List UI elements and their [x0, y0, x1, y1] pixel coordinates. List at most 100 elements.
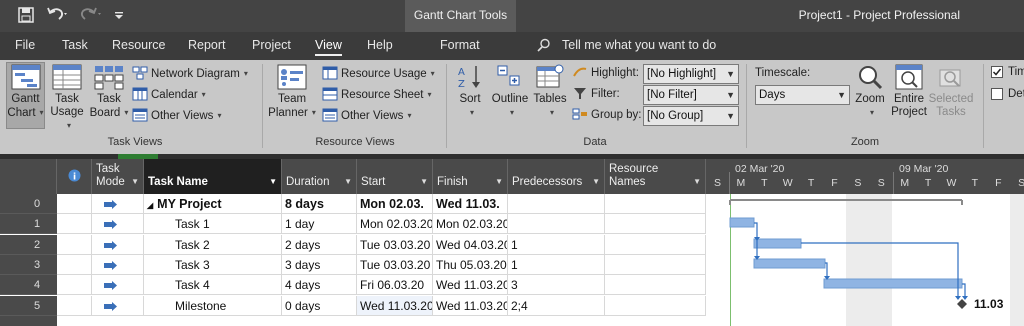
row-number[interactable]: 1 [0, 214, 57, 235]
indicator-cell[interactable] [57, 234, 92, 255]
tables-button[interactable]: Tables ▾ [532, 62, 568, 130]
undo-icon[interactable] [46, 5, 70, 26]
column-header-finish[interactable]: Finish ▼ [433, 159, 508, 194]
column-header-task-mode[interactable]: Task Mode ▼ [92, 159, 144, 194]
indicator-cell[interactable] [57, 214, 92, 235]
timeline-checkbox[interactable] [991, 66, 1003, 78]
task-mode-cell[interactable] [92, 254, 144, 275]
predecessors-cell[interactable]: 1 [508, 234, 605, 255]
tab-file[interactable]: File [15, 38, 35, 52]
duration-cell[interactable]: 1 day [282, 214, 357, 235]
row-number[interactable]: 0 [0, 194, 57, 214]
task-name-cell[interactable]: Milestone [144, 295, 282, 316]
duration-cell[interactable]: 3 days [282, 254, 357, 275]
indicator-cell[interactable] [57, 194, 92, 214]
tab-format[interactable]: Format [440, 38, 480, 52]
row-number[interactable]: 5 [0, 295, 57, 316]
save-icon[interactable] [18, 7, 34, 26]
predecessors-cell[interactable]: 3 [508, 275, 605, 296]
entire-project-button[interactable]: Entire Project [890, 62, 928, 130]
start-cell[interactable]: Fri 06.03.20 [357, 275, 433, 296]
customize-qat-icon[interactable] [114, 9, 124, 24]
row-number[interactable] [0, 315, 57, 326]
task-name-cell[interactable]: Task 1 [144, 214, 282, 235]
column-header-indicators[interactable]: i [57, 159, 92, 194]
task-name-cell[interactable]: Task 3 [144, 254, 282, 275]
outline-button[interactable]: Outline ▾ [490, 62, 530, 130]
milestone-diamond-icon[interactable] [957, 299, 967, 309]
task-mode-cell[interactable] [92, 234, 144, 255]
task-bar-1[interactable] [729, 217, 755, 228]
timescale-select[interactable]: Days ▼ [755, 85, 850, 105]
indicator-cell[interactable] [57, 295, 92, 316]
start-cell[interactable]: Mon 02.03.20 [357, 214, 433, 235]
indicator-cell[interactable] [57, 275, 92, 296]
column-header-start[interactable]: Start ▼ [357, 159, 433, 194]
resource-names-cell[interactable] [605, 214, 706, 235]
finish-cell[interactable]: Mon 02.03.20 [433, 214, 508, 235]
predecessors-cell[interactable]: 2;4 [508, 295, 605, 316]
indicator-cell[interactable] [57, 254, 92, 275]
start-cell[interactable]: Mon 02.03. [357, 194, 433, 214]
predecessors-cell[interactable] [508, 194, 605, 214]
summary-task-name[interactable]: ◢ MY Project [144, 194, 282, 214]
start-cell[interactable]: Tue 03.03.20 [357, 234, 433, 255]
other-views-button[interactable]: Other Views ▾ [132, 106, 221, 125]
tab-report[interactable]: Report [188, 38, 226, 52]
task-mode-cell[interactable] [92, 295, 144, 316]
duration-cell[interactable]: 2 days [282, 234, 357, 255]
resource-names-cell[interactable] [605, 275, 706, 296]
finish-cell[interactable]: Thu 05.03.20 [433, 254, 508, 275]
details-checkbox[interactable] [991, 88, 1003, 100]
resource-usage-button[interactable]: Resource Usage ▾ [322, 64, 435, 83]
task-usage-button[interactable]: Task Usage ▾ [48, 62, 86, 130]
filter-select[interactable]: [No Filter] ▼ [643, 85, 739, 105]
resource-names-cell[interactable] [605, 295, 706, 316]
predecessors-cell[interactable]: 1 [508, 254, 605, 275]
tab-help[interactable]: Help [367, 38, 393, 52]
column-header-duration[interactable]: Duration ▼ [282, 159, 357, 194]
resource-other-views-button[interactable]: Other Views ▾ [322, 106, 411, 125]
zoom-button[interactable]: Zoom ▾ [852, 62, 888, 130]
collapse-triangle-icon[interactable]: ◢ [147, 201, 153, 210]
row-number[interactable]: 3 [0, 254, 57, 275]
calendar-button[interactable]: Calendar ▾ [132, 85, 206, 104]
predecessors-cell[interactable] [508, 214, 605, 235]
select-all-corner[interactable] [0, 159, 57, 194]
task-mode-cell[interactable] [92, 194, 144, 214]
row-number[interactable]: 2 [0, 234, 57, 255]
task-name-cell[interactable]: Task 2 [144, 234, 282, 255]
highlight-select[interactable]: [No Highlight] ▼ [643, 64, 739, 84]
tab-task[interactable]: Task [62, 38, 88, 52]
group-by-select[interactable]: [No Group] ▼ [643, 106, 739, 126]
column-header-predecessors[interactable]: Predecessors ▼ [508, 159, 605, 194]
task-bar-3[interactable] [753, 258, 826, 269]
duration-cell[interactable]: 8 days [282, 194, 357, 214]
tab-view[interactable]: View [315, 38, 342, 56]
tab-project[interactable]: Project [252, 38, 291, 52]
task-name-cell[interactable]: Task 4 [144, 275, 282, 296]
column-header-resource-names[interactable]: Resource Names ▼ [605, 159, 706, 194]
finish-cell[interactable]: Wed 11.03. [433, 194, 508, 214]
network-diagram-button[interactable]: Network Diagram ▾ [132, 64, 248, 83]
sort-button[interactable]: AZ Sort ▾ [452, 62, 488, 130]
task-mode-cell[interactable] [92, 275, 144, 296]
task-mode-cell[interactable] [92, 214, 144, 235]
task-bar-2[interactable] [753, 238, 802, 249]
tab-resource[interactable]: Resource [112, 38, 166, 52]
resource-names-cell[interactable] [605, 194, 706, 214]
resource-names-cell[interactable] [605, 254, 706, 275]
tell-me-search[interactable]: Tell me what you want to do [562, 38, 716, 52]
start-cell[interactable]: Tue 03.03.20 [357, 254, 433, 275]
duration-cell[interactable]: 0 days [282, 295, 357, 316]
task-board-button[interactable]: Task Board ▾ [89, 62, 129, 130]
team-planner-button[interactable]: Team Planner ▾ [268, 62, 316, 130]
start-cell[interactable]: Wed 11.03.20 [357, 295, 433, 316]
row-number[interactable]: 4 [0, 275, 57, 296]
column-header-task-name[interactable]: Task Name ▼ [144, 159, 282, 194]
gantt-chart-button[interactable]: Gantt Chart ▾ [6, 62, 45, 130]
finish-cell[interactable]: Wed 11.03.20 [433, 275, 508, 296]
task-bar-4[interactable] [823, 278, 963, 289]
duration-cell[interactable]: 4 days [282, 275, 357, 296]
finish-cell[interactable]: Wed 04.03.20 [433, 234, 508, 255]
